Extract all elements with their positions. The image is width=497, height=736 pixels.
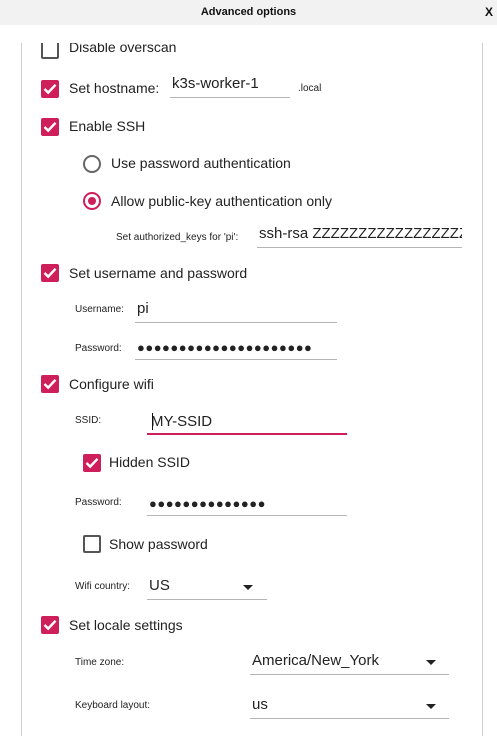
hostname-value: k3s-worker-1 bbox=[172, 75, 259, 92]
keyboard-value: us bbox=[252, 696, 268, 713]
password-auth-label: Use password authentication bbox=[111, 155, 291, 171]
enable-ssh-checkbox[interactable] bbox=[41, 118, 59, 136]
wifi-country-select[interactable]: US bbox=[147, 575, 267, 600]
checkmark-icon bbox=[43, 267, 57, 279]
wifi-country-label: Wifi country: bbox=[75, 581, 131, 592]
username-input[interactable]: pi bbox=[135, 298, 337, 323]
show-password-label: Show password bbox=[109, 536, 208, 552]
pubkey-auth-radio[interactable] bbox=[83, 192, 101, 210]
wifi-password-value: ●●●●●●●●●●●●●● bbox=[149, 496, 266, 511]
checkmark-icon bbox=[43, 619, 57, 631]
show-password-checkbox[interactable] bbox=[83, 535, 101, 553]
set-locale-label: Set locale settings bbox=[69, 617, 183, 633]
chevron-down-icon bbox=[243, 585, 253, 590]
disable-overscan-checkbox[interactable] bbox=[41, 43, 59, 59]
authorized-keys-label: Set authorized_keys for 'pi': bbox=[116, 232, 239, 243]
checkmark-icon bbox=[85, 457, 99, 469]
username-label: Username: bbox=[75, 304, 124, 315]
title-bar: Advanced options X bbox=[0, 0, 497, 25]
pubkey-auth-label: Allow public-key authentication only bbox=[111, 193, 333, 209]
keyboard-label: Keyboard layout: bbox=[75, 700, 151, 711]
wifi-password-label: Password: bbox=[75, 497, 122, 508]
checkmark-icon bbox=[43, 83, 57, 95]
set-locale-checkbox[interactable] bbox=[41, 616, 59, 634]
password-auth-radio[interactable] bbox=[83, 155, 101, 173]
enable-ssh-label: Enable SSH bbox=[69, 118, 146, 134]
hostname-suffix: .local bbox=[298, 83, 322, 94]
ssid-value: MY-SSID bbox=[151, 413, 213, 430]
configure-wifi-label: Configure wifi bbox=[69, 376, 154, 392]
disable-overscan-label: Disable overscan bbox=[69, 43, 177, 55]
timezone-select[interactable]: America/New_York bbox=[250, 650, 449, 675]
authorized-keys-value: ssh-rsa ZZZZZZZZZZZZZZZZZZZZ bbox=[259, 225, 462, 242]
checkmark-icon bbox=[43, 121, 57, 133]
close-button[interactable]: X bbox=[485, 5, 493, 19]
timezone-value: America/New_York bbox=[252, 652, 379, 669]
keyboard-select[interactable]: us bbox=[250, 694, 449, 719]
set-hostname-checkbox[interactable] bbox=[41, 80, 59, 98]
wifi-country-value: US bbox=[149, 577, 170, 594]
chevron-down-icon bbox=[426, 704, 436, 709]
set-user-label: Set username and password bbox=[69, 265, 248, 281]
authorized-keys-input[interactable]: ssh-rsa ZZZZZZZZZZZZZZZZZZZZ bbox=[257, 223, 462, 248]
checkmark-icon bbox=[43, 378, 57, 390]
timezone-label: Time zone: bbox=[75, 657, 125, 668]
user-password-input[interactable]: ●●●●●●●●●●●●●●●●●●●●● bbox=[135, 335, 337, 360]
wifi-password-input[interactable]: ●●●●●●●●●●●●●● bbox=[147, 491, 347, 516]
text-cursor bbox=[152, 413, 153, 430]
user-password-label: Password: bbox=[75, 343, 122, 354]
window-title: Advanced options bbox=[200, 6, 297, 18]
ssid-label: SSID: bbox=[75, 415, 102, 426]
chevron-down-icon bbox=[426, 660, 436, 665]
hidden-ssid-checkbox[interactable] bbox=[83, 454, 101, 472]
set-user-checkbox[interactable] bbox=[41, 264, 59, 282]
user-password-value: ●●●●●●●●●●●●●●●●●●●●● bbox=[137, 340, 313, 355]
hostname-input[interactable]: k3s-worker-1 bbox=[170, 73, 290, 98]
hidden-ssid-label: Hidden SSID bbox=[109, 454, 190, 470]
username-value: pi bbox=[137, 300, 149, 317]
ssid-input[interactable]: MY-SSID bbox=[147, 409, 347, 435]
configure-wifi-checkbox[interactable] bbox=[41, 375, 59, 393]
options-panel[interactable]: Disable overscan Set hostname: k3s-worke… bbox=[21, 43, 483, 736]
set-hostname-label: Set hostname: bbox=[69, 80, 160, 96]
